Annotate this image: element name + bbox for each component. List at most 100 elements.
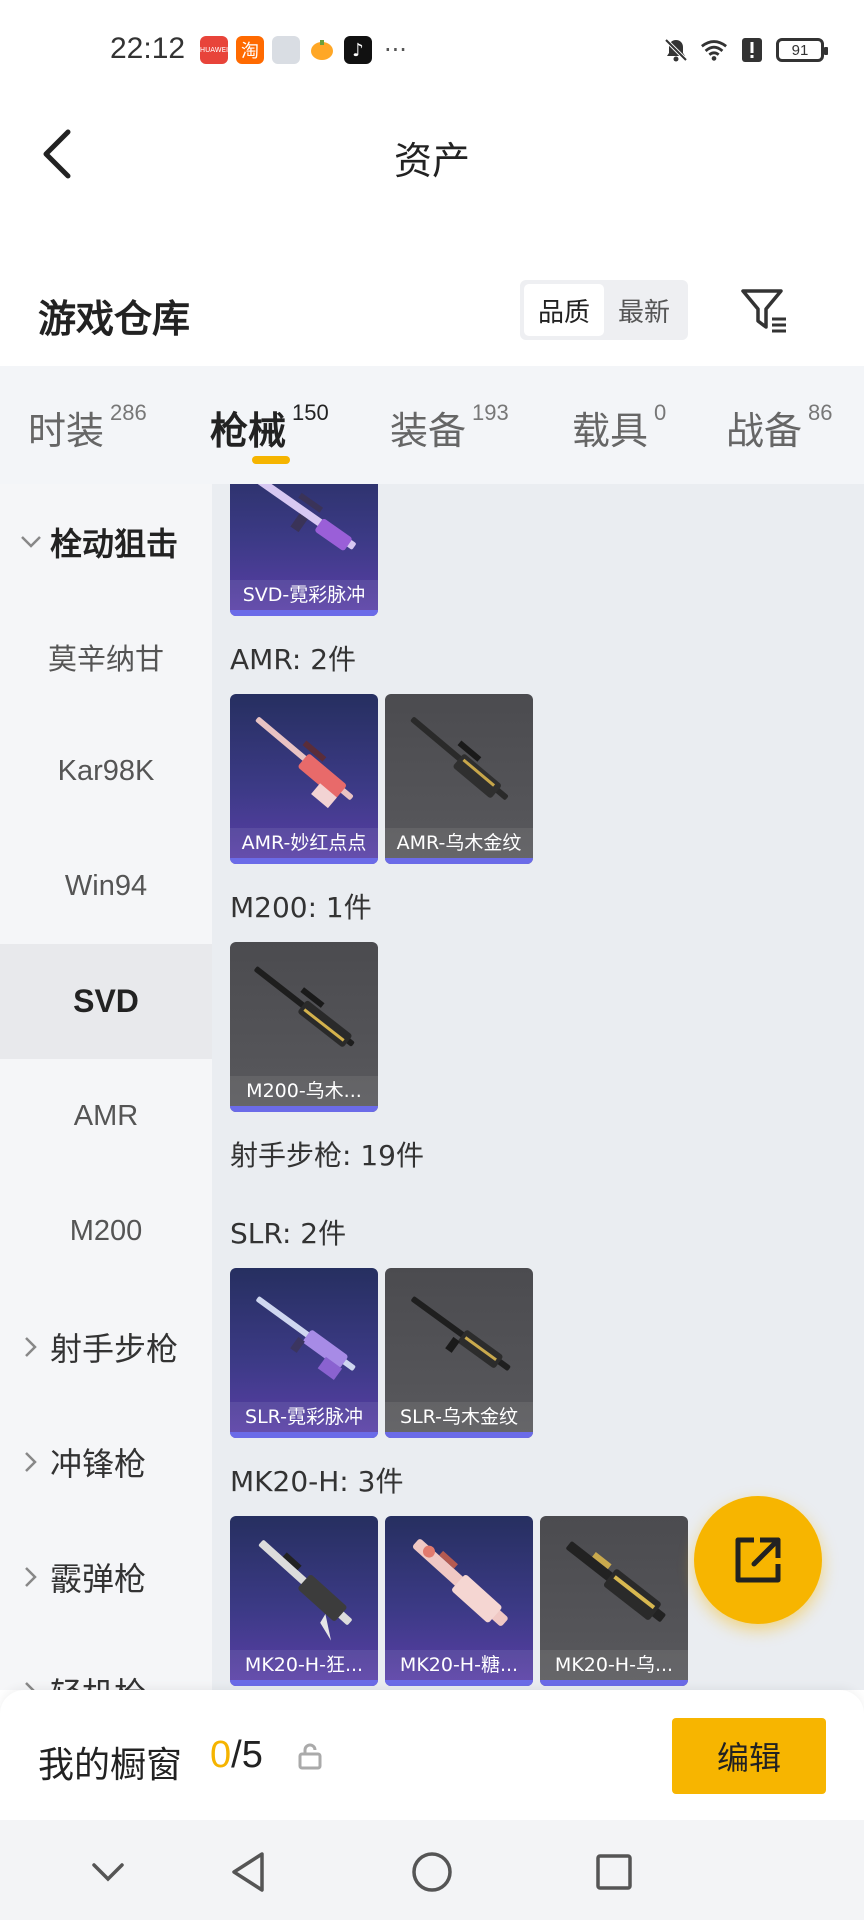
weapon-card-mk20h-1[interactable]: MK20-H-狂... <box>230 1516 378 1686</box>
mute-bell-icon <box>662 36 690 64</box>
chevron-down-icon <box>92 1863 124 1882</box>
status-bar: 22:12 HUAWEI 淘 ♪ ··· 91 <box>0 0 864 100</box>
warehouse-title: 游戏仓库 <box>38 297 191 341</box>
sidebar-item-win94[interactable]: Win94 <box>0 829 212 944</box>
showcase-title: 我的橱窗 <box>38 1745 183 1786</box>
tab-fashion[interactable]: 时装 286 <box>28 400 147 455</box>
orange-app-icon <box>308 36 336 64</box>
nav-home-button[interactable] <box>410 1850 454 1894</box>
nav-recents-button[interactable] <box>592 1850 636 1894</box>
rarity-bar <box>230 858 378 864</box>
section-label-marksman: 射手步枪: 19件 <box>230 1139 424 1172</box>
chevron-right-icon <box>16 1336 46 1358</box>
square-recents-icon <box>596 1854 632 1890</box>
chevron-right-icon <box>16 1681 46 1690</box>
sidebar-group-marksman[interactable]: 射手步枪 <box>0 1289 212 1404</box>
weapon-card-m200-ebony[interactable]: M200-乌木... <box>230 942 378 1112</box>
sniper-rifle-icon <box>254 484 356 551</box>
sort-quality-option[interactable]: 品质 <box>524 284 604 336</box>
rarity-bar <box>385 858 533 864</box>
sort-toggle: 品质 最新 <box>520 280 688 340</box>
sidebar-item-label: 莫辛纳甘 <box>47 641 164 676</box>
rarity-bar <box>540 1680 688 1686</box>
weapon-card-name: SVD-霓彩脉冲 <box>230 580 378 610</box>
weapon-card-name: AMR-妙红点点 <box>230 828 378 858</box>
taobao-icon: 淘 <box>236 36 264 64</box>
weapon-card-amr-ebony[interactable]: AMR-乌木金纹 <box>385 694 533 864</box>
active-tab-indicator <box>252 456 290 464</box>
system-nav-bar <box>0 1820 864 1920</box>
tab-count: 150 <box>292 400 329 425</box>
more-notifications-icon: ··· <box>384 36 407 64</box>
showcase-count: 0/5 <box>210 1734 263 1777</box>
weapon-card-name: MK20-H-糖... <box>385 1650 533 1680</box>
weapon-card-name: SLR-乌木金纹 <box>385 1402 533 1432</box>
tab-label: 装备 <box>390 409 467 453</box>
section-label-mk20h: MK20-H: 3件 <box>230 1465 404 1498</box>
weapon-card-mk20h-3[interactable]: MK20-H-乌... <box>540 1516 688 1686</box>
notification-apps: HUAWEI 淘 ♪ ··· <box>200 36 407 64</box>
tab-supplies[interactable]: 战备 86 <box>726 400 833 455</box>
sniper-rifle-icon <box>410 717 509 800</box>
sort-newest-option[interactable]: 最新 <box>604 284 684 336</box>
sidebar-item-label: 霰弹枪 <box>50 1559 147 1598</box>
rifle-icon <box>258 1540 352 1641</box>
showcase-bar: 我的橱窗 0/5 编辑 <box>0 1690 864 1820</box>
tab-firearms[interactable]: 枪械 150 <box>210 400 329 455</box>
weapon-card-mk20h-2[interactable]: MK20-H-糖... <box>385 1516 533 1686</box>
share-button[interactable] <box>694 1496 822 1624</box>
sidebar-item-label: 冲锋枪 <box>50 1444 147 1483</box>
sniper-rifle-icon <box>255 717 354 809</box>
rarity-bar <box>230 1680 378 1686</box>
tab-equipment[interactable]: 装备 193 <box>390 400 509 455</box>
weapon-card-amr-red[interactable]: AMR-妙红点点 <box>230 694 378 864</box>
weapon-card-name: M200-乌木... <box>230 1076 378 1106</box>
sidebar-group-smg[interactable]: 冲锋枪 <box>0 1404 212 1519</box>
tab-label: 载具 <box>572 409 649 453</box>
sniper-rifle-icon <box>254 966 355 1047</box>
sidebar-item-amr[interactable]: AMR <box>0 1059 212 1174</box>
app-header: 资产 <box>0 100 864 210</box>
sidebar-item-label: SVD <box>73 983 139 1019</box>
share-external-icon <box>735 1537 781 1583</box>
sidebar-item-m200[interactable]: M200 <box>0 1174 212 1289</box>
chevron-right-icon <box>16 1451 46 1473</box>
edit-button[interactable]: 编辑 <box>672 1718 826 1794</box>
sidebar-item-svd[interactable]: SVD <box>0 944 212 1059</box>
rarity-bar <box>230 1432 378 1438</box>
tab-label: 战备 <box>726 409 803 453</box>
weapon-card-slr-ebony[interactable]: SLR-乌木金纹 <box>385 1268 533 1438</box>
triangle-back-icon <box>232 1852 264 1892</box>
sidebar-item-mosin[interactable]: 莫辛纳甘 <box>0 599 212 714</box>
huawei-mall-icon: HUAWEI <box>200 36 228 64</box>
weapon-card-svd-neon[interactable]: SVD-霓彩脉冲 <box>230 484 378 616</box>
sidebar-item-label: 射手步枪 <box>50 1329 179 1368</box>
status-time: 22:12 <box>110 32 186 65</box>
sidebar-group-bolt-action[interactable]: 栓动狙击 <box>0 484 212 599</box>
tab-label: 时装 <box>28 409 105 453</box>
circle-home-icon <box>412 1852 452 1892</box>
section-label-amr: AMR: 2件 <box>230 643 357 676</box>
rifle-icon <box>256 1296 356 1380</box>
weapon-card-name: MK20-H-乌... <box>540 1650 688 1680</box>
nav-back-button[interactable] <box>226 1850 270 1894</box>
nav-collapse-button[interactable] <box>86 1850 130 1894</box>
chevron-right-icon <box>16 1566 46 1588</box>
sidebar-item-label: Kar98K <box>57 755 155 787</box>
rifle-icon <box>411 1296 511 1371</box>
sidebar-item-kar98k[interactable]: Kar98K <box>0 714 212 829</box>
section-label-m200: M200: 1件 <box>230 891 372 924</box>
filter-button[interactable] <box>736 282 792 338</box>
sidebar-group-lmg[interactable]: 轻机枪 <box>0 1634 212 1690</box>
tab-count: 0 <box>654 400 667 425</box>
weapon-card-slr-neon[interactable]: SLR-霓彩脉冲 <box>230 1268 378 1438</box>
tab-count: 286 <box>110 400 147 425</box>
tiktok-icon: ♪ <box>344 36 372 64</box>
warehouse-header: 游戏仓库 品质 最新 <box>0 210 864 366</box>
category-tabs: 时装 286 枪械 150 装备 193 载具 0 战备 86 <box>0 366 864 484</box>
tab-vehicles[interactable]: 载具 0 <box>572 400 666 455</box>
sidebar-group-shotgun[interactable]: 霰弹枪 <box>0 1519 212 1634</box>
tab-count: 193 <box>472 400 509 425</box>
rarity-bar <box>385 1432 533 1438</box>
lock-icon <box>298 1743 322 1770</box>
